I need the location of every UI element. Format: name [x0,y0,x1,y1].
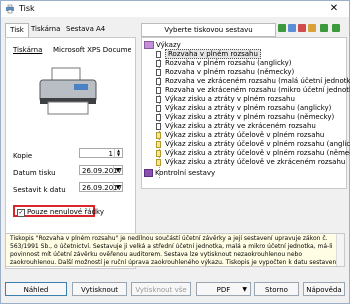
tree-item[interactable]: Rozvaha ve zkráceném rozsahu (mikro účet… [156,86,350,95]
toolbar-icons [276,24,348,34]
document-icon [156,158,161,166]
window-title: Tisk [19,4,35,13]
report-tree: Výkazy Rozvaha v plném rozsahu Rozvaha v… [141,37,350,189]
tree-item[interactable]: Výkaz zisku a ztráty účelově v plném roz… [156,131,324,140]
report-date-field[interactable]: 26.09.2017 ▼ [79,182,123,192]
report-description: Tiskopis "Rozvaha v plném rozsahu" je ne… [5,233,345,267]
tree-item[interactable]: Výkaz zisku a ztráty v plném rozsahu (an… [156,104,331,113]
document-icon [156,131,161,139]
copies-stepper[interactable]: 1 ▲ ▼ [79,148,123,158]
document-icon [156,149,161,157]
stepper-arrows-icon[interactable]: ▲ ▼ [114,149,122,157]
nonzero-rows-highlight: ✓ Pouze nenulové řádky [13,205,104,217]
print-all-button[interactable]: Vytisknout vše [131,282,191,296]
report-picker-header: Vyberte tiskovou sestavu [141,23,276,37]
printer-name: Microsoft XPS Document Writer [53,46,131,54]
edit-icon[interactable] [308,24,316,32]
nonzero-rows-checkbox[interactable]: ✓ [17,209,25,217]
folder-icon [144,41,154,49]
tree-item[interactable]: Výkaz zisku a ztráty účelově ve zkrácené… [156,158,345,167]
document-icon [156,104,161,112]
copies-label: Kopie [13,152,33,160]
document-icon [156,77,161,85]
delete-icon[interactable] [298,24,306,32]
tree-group-kontrolni[interactable]: Kontrolní sestavy [144,169,215,178]
tree-item[interactable]: Výkaz zisku a ztráty účelově v plném roz… [156,149,350,158]
move-down-icon[interactable] [332,24,340,32]
tree-item[interactable]: Rozvaha ve zkráceném rozsahu (malá účetn… [156,77,350,86]
close-icon[interactable]: ✕ [319,1,349,17]
printer-label[interactable]: Tiskárna [13,46,42,54]
nonzero-rows-label: Pouze nenulové řádky [27,208,104,216]
tree-item[interactable]: Rozvaha v plném rozsahu [156,49,261,59]
print-date-label: Datum tisku [13,169,56,177]
move-up-icon[interactable] [320,24,328,32]
print-button[interactable]: Vytisknout [72,282,127,296]
printer-app-icon [6,4,14,14]
tree-item[interactable]: Výkaz zisku a ztráty v plném rozsahu [156,95,295,104]
report-date-label: Sestavit k datu [13,186,66,194]
preview-button[interactable]: Náhled [5,282,67,296]
tree-item[interactable]: Rozvaha v plném rozsahu (anglicky) [156,59,291,68]
print-date-field[interactable]: 26.09.2017 ▼ [79,165,123,175]
export-icon[interactable] [288,24,296,32]
document-icon [156,86,161,94]
add-icon[interactable] [278,24,286,32]
document-icon [156,122,161,130]
tree-item[interactable]: Výkaz zisku a ztráty v plném rozsahu (ně… [156,113,334,122]
pdf-label: PDF [216,286,231,294]
document-icon [156,113,161,121]
description-scrollbar[interactable] [336,234,344,266]
tab-tisk[interactable]: Tisk [5,23,29,38]
tab-tiskarna[interactable]: Tiskárna [31,23,60,36]
tab-a4[interactable]: A4 [96,23,105,36]
document-icon [156,140,161,148]
document-icon [156,59,161,67]
description-text: Tiskopis "Rozvaha v plném rozsahu" je ne… [10,235,338,266]
pdf-button[interactable]: PDF ▼ [196,282,251,296]
tree-item[interactable]: Rozvaha v plném rozsahu (německy) [156,68,294,77]
cancel-button[interactable]: Storno [254,282,299,296]
tree-item[interactable]: Výkaz zisku a ztráty účelově v plném roz… [156,140,350,149]
document-icon [156,95,161,103]
document-icon [156,50,161,58]
chevron-down-icon: ▼ [242,286,247,293]
title-bar: Tisk ✕ [1,1,349,17]
help-button[interactable]: Nápověda [303,282,345,296]
printer-icon [39,67,97,115]
chevron-down-icon[interactable]: ▼ [113,166,122,174]
book-icon [144,169,153,177]
chevron-down-icon[interactable]: ▼ [113,183,122,191]
document-icon [156,68,161,76]
tree-item[interactable]: Výkaz zisku a ztráty ve zkráceném rozsah… [156,122,316,131]
tab-sestava[interactable]: Sestava [66,23,94,36]
print-dialog: Tisk ✕ Tisk Tiskárna Sestava A4 Tiskárna… [0,0,350,304]
